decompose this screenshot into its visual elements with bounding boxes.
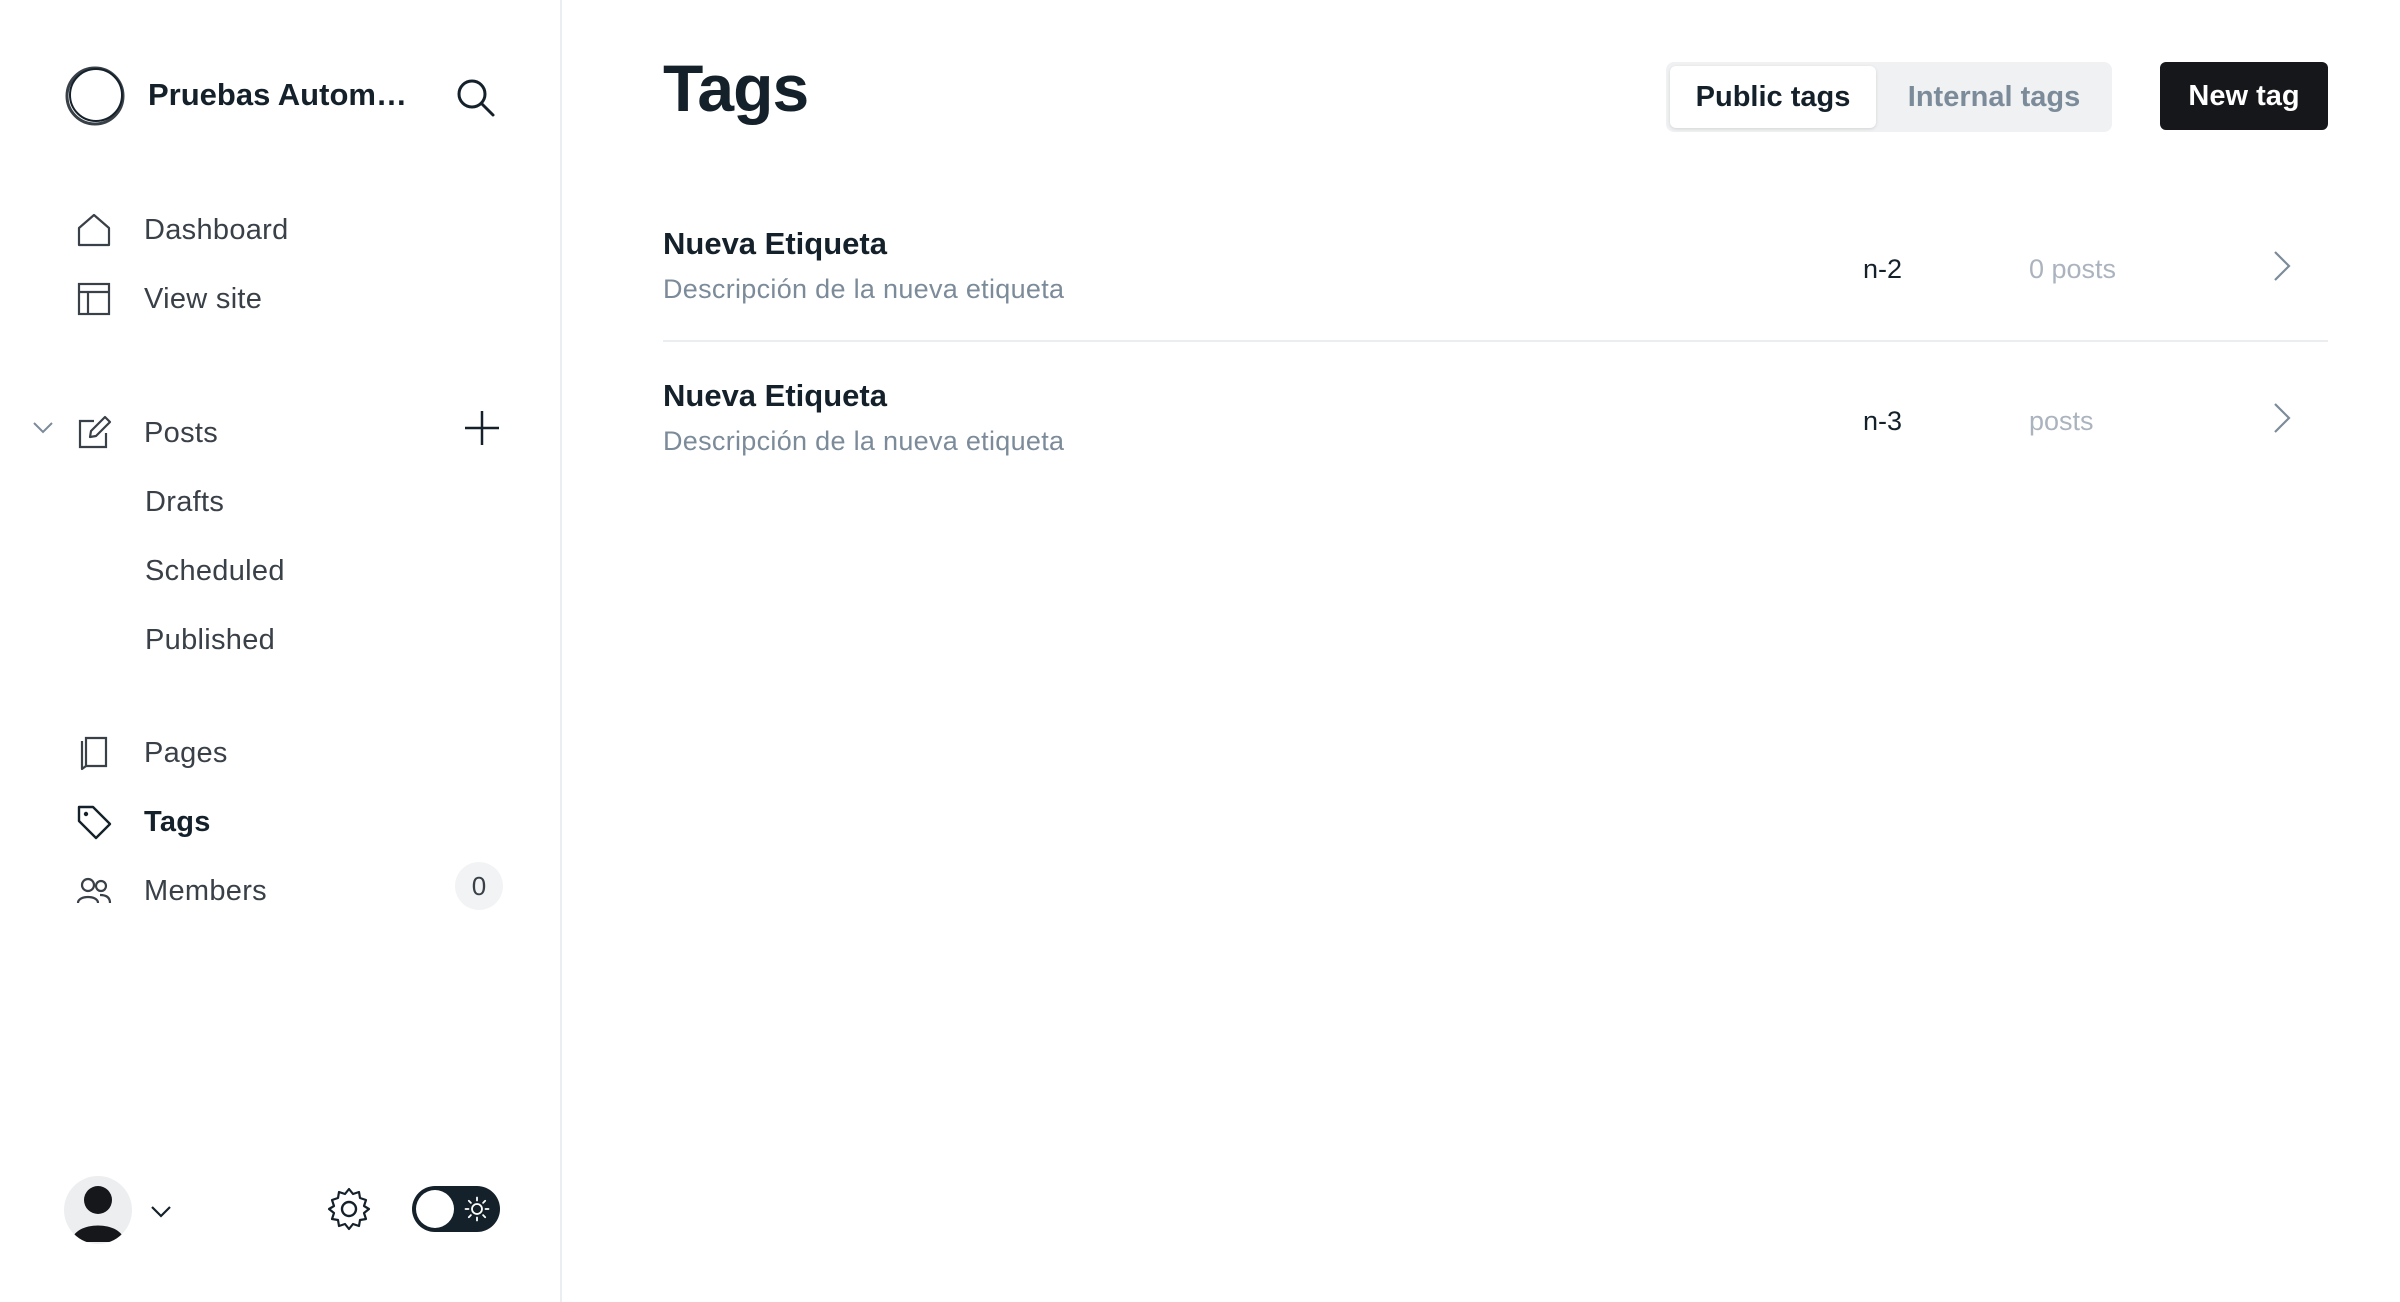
nav-members[interactable]: Members bbox=[70, 863, 267, 919]
tag-type-tabs: Public tags Internal tags bbox=[1666, 62, 2112, 132]
nav-tags-label: Tags bbox=[144, 805, 211, 838]
sidebar: Pruebas Automa... Dashboard View site Po… bbox=[0, 0, 562, 1302]
tag-row[interactable]: Nueva Etiqueta Descripción de la nueva e… bbox=[663, 344, 2328, 494]
tab-internal-tags[interactable]: Internal tags bbox=[1880, 66, 2108, 128]
nav-pages[interactable]: Pages bbox=[70, 725, 227, 781]
nav-tags[interactable]: Tags bbox=[70, 794, 210, 850]
tab-public-tags[interactable]: Public tags bbox=[1670, 66, 1876, 128]
tag-row[interactable]: Nueva Etiqueta Descripción de la nueva e… bbox=[663, 192, 2328, 342]
chevron-right-icon bbox=[2274, 403, 2291, 433]
gear-icon[interactable] bbox=[326, 1186, 372, 1232]
site-name: Pruebas Automa... bbox=[148, 77, 418, 112]
tag-icon bbox=[77, 805, 112, 840]
nav-dashboard[interactable]: Dashboard bbox=[70, 202, 288, 258]
nav-view-site-label: View site bbox=[144, 282, 263, 315]
nav-posts-label: Posts bbox=[144, 416, 219, 449]
new-tag-button[interactable]: New tag bbox=[2160, 62, 2328, 130]
nav-members-label: Members bbox=[144, 874, 267, 907]
page-title: Tags bbox=[663, 51, 809, 125]
tag-slug: n-3 bbox=[1863, 406, 1903, 436]
plus-icon[interactable] bbox=[460, 406, 504, 450]
nav-scheduled[interactable]: Scheduled bbox=[145, 546, 285, 596]
brand[interactable]: Pruebas Automa... bbox=[64, 64, 418, 128]
nav-dashboard-label: Dashboard bbox=[144, 213, 289, 246]
tag-slug: n-2 bbox=[1863, 254, 1903, 284]
pencil-icon bbox=[78, 415, 112, 449]
members-icon bbox=[76, 877, 112, 904]
nav-drafts[interactable]: Drafts bbox=[145, 477, 224, 527]
home-icon bbox=[77, 213, 111, 247]
theme-toggle[interactable] bbox=[412, 1186, 500, 1232]
nav-pages-label: Pages bbox=[144, 736, 228, 769]
search-icon[interactable] bbox=[454, 76, 496, 118]
chevron-down-icon[interactable] bbox=[30, 414, 56, 440]
chevron-down-icon[interactable] bbox=[148, 1198, 174, 1224]
sun-icon bbox=[464, 1196, 490, 1222]
brand-logo-icon bbox=[65, 66, 125, 126]
nav-posts[interactable]: Posts bbox=[70, 405, 218, 461]
tag-description: Descripción de la nueva etiqueta bbox=[663, 426, 1065, 456]
user-icon bbox=[72, 1186, 124, 1242]
tag-name: Nueva Etiqueta bbox=[663, 226, 887, 261]
tag-name: Nueva Etiqueta bbox=[663, 378, 887, 413]
avatar[interactable] bbox=[64, 1176, 132, 1244]
tag-post-count[interactable]: posts bbox=[2029, 406, 2094, 437]
chevron-right-icon bbox=[2274, 251, 2291, 281]
nav-view-site[interactable]: View site bbox=[70, 271, 262, 327]
tag-post-count[interactable]: 0 posts bbox=[2029, 254, 2116, 285]
tag-description: Descripción de la nueva etiqueta bbox=[663, 274, 1065, 304]
nav-published[interactable]: Published bbox=[145, 615, 275, 665]
members-count-badge: 0 bbox=[455, 862, 503, 910]
theme-toggle-knob bbox=[416, 1190, 454, 1228]
layout-icon bbox=[77, 282, 111, 316]
page-icon bbox=[80, 736, 108, 771]
